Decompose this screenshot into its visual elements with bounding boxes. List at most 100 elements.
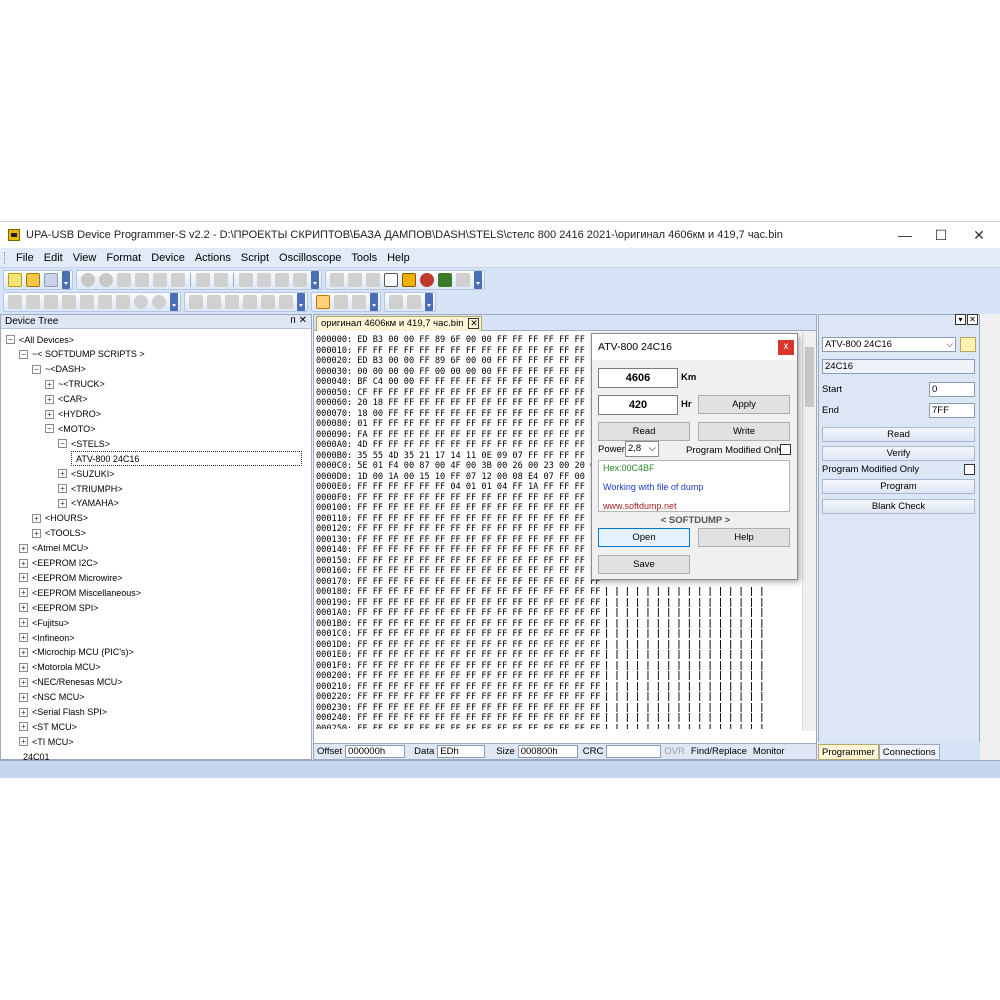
program-modified-only-checkbox[interactable] (964, 464, 975, 475)
hex-row[interactable]: 0001E0: FF FF FF FF FF FF FF FF FF FF FF … (316, 650, 800, 661)
find-icon[interactable] (196, 273, 210, 287)
offset-field[interactable]: 000000h (345, 745, 406, 758)
last-icon[interactable] (116, 295, 130, 309)
first-icon[interactable] (62, 295, 76, 309)
hex-row[interactable]: 000220: FF FF FF FF FF FF FF FF FF FF FF … (316, 692, 800, 703)
verify-button[interactable]: Verify (822, 446, 975, 461)
tree-node[interactable]: + <Motorola MCU> (19, 660, 101, 675)
expand-icon[interactable]: + (45, 394, 54, 404)
undo-icon[interactable] (81, 273, 95, 287)
monitor-button[interactable]: Monitor (750, 746, 788, 757)
bookmark-icon[interactable] (8, 295, 22, 309)
tree-node[interactable]: + <EEPROM I2C> (19, 556, 98, 571)
minimize-button[interactable]: — (886, 222, 924, 248)
tree-node[interactable]: + <YAMAHA> (58, 496, 119, 511)
tree-node[interactable]: + <Serial Flash SPI> (19, 705, 107, 720)
replace-icon[interactable] (214, 273, 228, 287)
script-icon[interactable] (402, 273, 416, 287)
delete-icon[interactable] (171, 273, 185, 287)
hex-row[interactable]: 0001D0: FF FF FF FF FF FF FF FF FF FF FF … (316, 640, 800, 651)
hex-bytes[interactable]: 35 55 4D 35 21 17 14 11 0E 09 07 FF FF F… (357, 451, 600, 461)
hex-row[interactable]: 0001B0: FF FF FF FF FF FF FF FF FF FF FF … (316, 619, 800, 630)
stop-icon[interactable] (456, 273, 470, 287)
hex-bytes[interactable]: BF C4 00 00 FF FF FF FF FF FF FF FF FF F… (357, 377, 600, 387)
hex-bytes[interactable]: CF FF FF FF FF FF FF FF FF FF FF FF FF F… (357, 388, 600, 398)
edit-note-icon[interactable] (384, 273, 398, 287)
hex-row[interactable]: 0001A0: FF FF FF FF FF FF FF FF FF FF FF … (316, 608, 800, 619)
menu-script[interactable]: Script (236, 252, 274, 264)
tree-node[interactable]: + <EEPROM SPI> (19, 600, 99, 615)
hex-bytes[interactable]: FF FF FF FF FF FF FF FF FF FF FF FF FF F… (357, 598, 600, 608)
document-tab[interactable]: оригинал 4606км и 419,7 час.bin ✕ (316, 316, 483, 331)
view-columns-icon[interactable] (243, 295, 257, 309)
tree-node[interactable]: + <Atmel MCU> (19, 541, 89, 556)
hex-bytes[interactable]: FF FF FF FF FF FF FF FF FF FF FF FF FF F… (357, 577, 600, 587)
hex-bytes[interactable]: ED B3 00 00 FF 89 6F 00 00 FF FF FF FF F… (357, 335, 600, 345)
redo-icon[interactable] (99, 273, 113, 287)
device-flash-icon[interactable] (348, 273, 362, 287)
hex-bytes[interactable]: FF FF FF FF FF FF FF FF FF FF FF FF FF F… (357, 650, 600, 660)
refresh-icon[interactable] (293, 273, 307, 287)
expand-icon[interactable]: + (19, 588, 28, 598)
menu-format[interactable]: Format (101, 252, 146, 264)
hex-bytes[interactable]: 00 00 00 00 FF 00 00 00 00 FF FF FF FF F… (357, 367, 600, 377)
open-folder-icon[interactable] (26, 273, 40, 287)
menu-file[interactable]: File (11, 252, 39, 264)
hex-scrollbar[interactable] (802, 331, 816, 731)
read-button[interactable]: Read (822, 427, 975, 442)
website-link[interactable]: www.softdump.net (603, 501, 677, 511)
toolbar-select-dropdown[interactable] (370, 293, 378, 311)
paste-icon[interactable] (153, 273, 167, 287)
menu-tools[interactable]: Tools (346, 252, 382, 264)
toolbar-view-dropdown[interactable] (297, 293, 305, 311)
dialog-close-button[interactable]: x (778, 340, 794, 355)
hex-bytes[interactable]: FA FF FF FF FF FF FF FF FF FF FF FF FF F… (357, 430, 600, 440)
tree-node[interactable]: + <HOURS> (32, 511, 88, 526)
tab-connections[interactable]: Connections (878, 744, 940, 760)
open-button[interactable]: Open (598, 528, 690, 547)
km-field[interactable]: 4606 (598, 368, 678, 388)
collapse-icon[interactable]: − (32, 364, 41, 374)
close-button[interactable]: ✕ (960, 222, 998, 248)
tree-node[interactable]: − <STELS> (58, 436, 110, 451)
hex-bytes[interactable]: FF FF FF FF FF FF FF FF FF FF FF FF FF F… (357, 608, 600, 618)
expand-icon[interactable]: + (19, 603, 28, 613)
hex-bytes[interactable]: FF FF FF FF FF FF FF FF FF FF FF FF FF F… (357, 514, 600, 524)
sort-icon[interactable] (239, 273, 253, 287)
hex-bytes[interactable]: FF FF FF FF FF FF FF FF FF FF FF FF FF F… (357, 566, 600, 576)
hex-bytes[interactable]: FF FF FF FF FF FF FF FF FF FF FF FF FF F… (357, 503, 600, 513)
menu-edit[interactable]: Edit (39, 252, 68, 264)
hex-row[interactable]: 000190: FF FF FF FF FF FF FF FF FF FF FF … (316, 598, 800, 609)
menu-help[interactable]: Help (382, 252, 415, 264)
toolbar-play-dropdown[interactable] (425, 293, 433, 311)
collapse-icon[interactable]: − (45, 424, 54, 434)
hex-row[interactable]: 0001F0: FF FF FF FF FF FF FF FF FF FF FF … (316, 661, 800, 672)
expand-icon[interactable]: + (45, 379, 54, 389)
hex-bytes[interactable]: 1D 00 1A 00 15 10 FF 07 12 00 08 E4 07 F… (357, 472, 600, 482)
select-range-icon[interactable] (334, 295, 348, 309)
expand-icon[interactable]: + (58, 484, 67, 493)
tree-node[interactable]: − <MOTO> (45, 421, 95, 436)
save-button[interactable]: Save (598, 555, 690, 574)
menu-actions[interactable]: Actions (190, 252, 236, 264)
hex-bytes[interactable]: FF FF FF FF FF FF FF FF FF FF FF FF FF F… (357, 524, 600, 534)
toolbar-device-dropdown[interactable] (474, 271, 482, 289)
expand-icon[interactable]: + (19, 692, 28, 702)
tree-node[interactable]: + <TOOLS> (32, 526, 86, 541)
view-grid-icon[interactable] (279, 295, 293, 309)
tree-node[interactable]: + <TRIUMPH> (58, 481, 123, 496)
hex-bytes[interactable]: FF FF FF FF FF FF FF FF FF FF FF FF FF F… (357, 671, 600, 681)
filter-icon[interactable] (257, 273, 271, 287)
tree-node[interactable]: + <SUZUKI> (58, 466, 115, 481)
tree-node[interactable]: + <Microchip MCU (PIC's)> (19, 645, 134, 660)
collapse-icon[interactable]: − (6, 335, 15, 344)
hex-bytes[interactable]: FF FF FF FF FF FF FF FF FF FF FF FF FF F… (357, 619, 600, 629)
power-select[interactable]: 2,8 ⌵ (625, 441, 659, 457)
end-field[interactable]: 7FF (929, 403, 975, 418)
blank-check-button[interactable]: Blank Check (822, 499, 975, 514)
calculator-icon[interactable] (275, 273, 289, 287)
prev-icon[interactable] (80, 295, 94, 309)
expand-icon[interactable]: + (19, 707, 28, 717)
save-disk-icon[interactable] (44, 273, 58, 287)
cut-icon[interactable] (117, 273, 131, 287)
